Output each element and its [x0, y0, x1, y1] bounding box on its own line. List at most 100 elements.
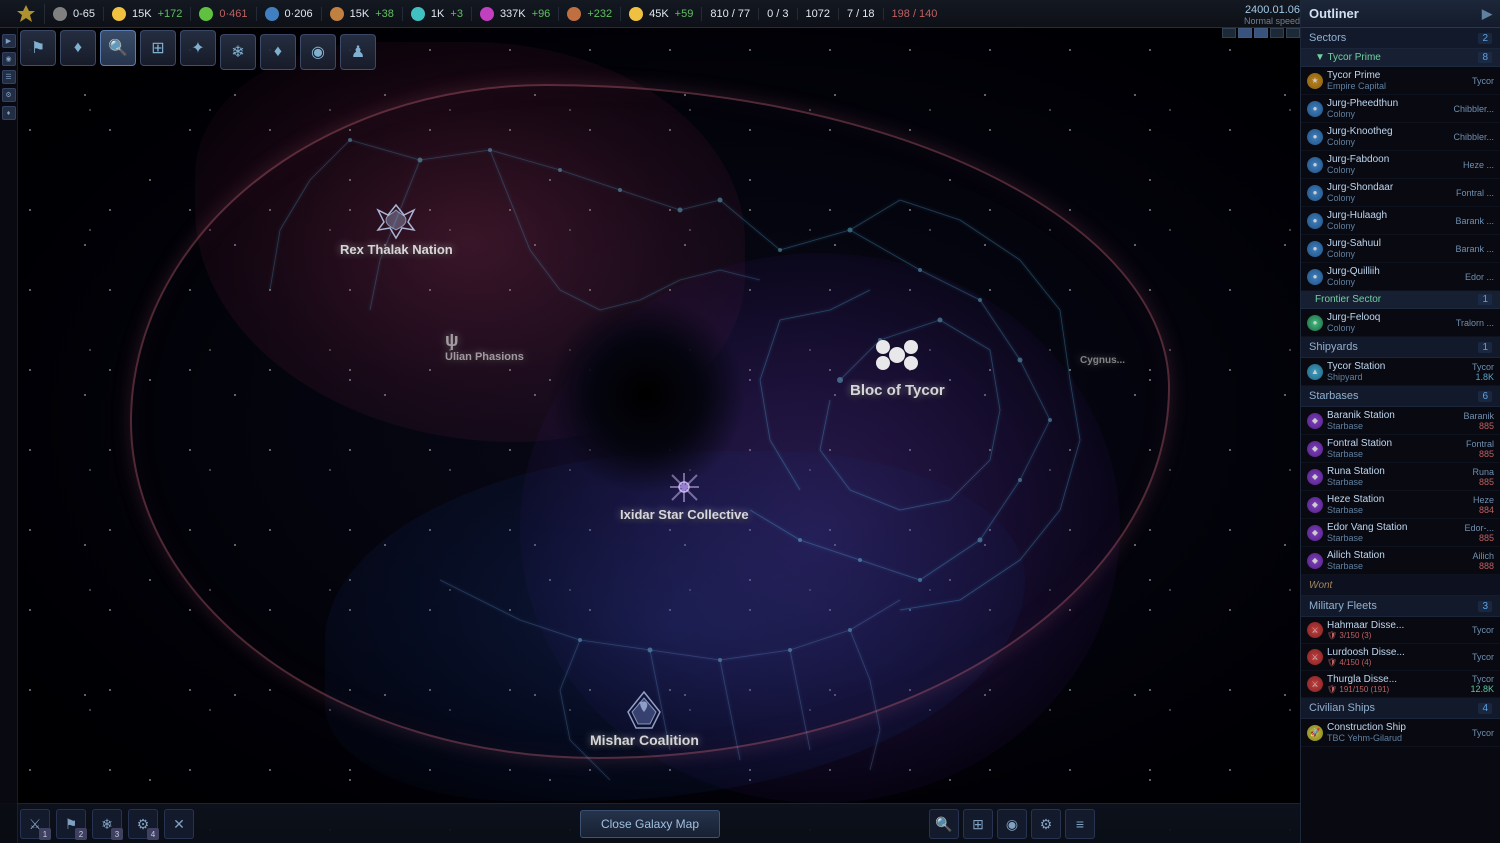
trade-val: 45K: [649, 8, 669, 20]
left-tool-3[interactable]: ☰: [2, 70, 16, 84]
planets-button[interactable]: ⊞: [140, 30, 176, 66]
tycor-prime-header[interactable]: ▼ Tycor Prime 8: [1301, 49, 1500, 67]
alloys-icon: [265, 7, 279, 21]
colony-jurg-shondaar[interactable]: ● Jurg-Shondaar Colony Fontral ...: [1301, 179, 1500, 207]
badge-3: 3: [111, 828, 123, 840]
settings-btn[interactable]: ⚙: [1031, 809, 1061, 839]
speed-btn-5[interactable]: [1286, 28, 1300, 38]
pops-val: 810 / 77: [710, 8, 750, 20]
shipyards-section-header[interactable]: Shipyards 1: [1301, 337, 1500, 358]
colony-icon: ●: [1307, 269, 1323, 285]
fleet-icon: ⚔: [1307, 676, 1323, 692]
consumer-val: 15K: [350, 8, 370, 20]
starbase-runa[interactable]: ◆ Runa Station Starbase Runa 885: [1301, 463, 1500, 491]
civilian-count: 4: [1478, 703, 1492, 714]
leaders-button[interactable]: ♟: [340, 34, 376, 70]
badge-1: 1: [39, 828, 51, 840]
contacts-button[interactable]: ⚑: [20, 30, 56, 66]
hyperlane-network: [0, 0, 1300, 843]
grid-btn[interactable]: ⊞: [963, 809, 993, 839]
food-section: 0·461: [191, 7, 256, 21]
fleet-hahmaar[interactable]: ⚔ Hahmaar Disse... 🛡 3/150 (3) Tycor: [1301, 617, 1500, 644]
systems-section: 0 / 3: [759, 8, 797, 20]
speed-btn-2[interactable]: [1238, 28, 1252, 38]
tycor-prime-count: 8: [1478, 52, 1492, 63]
starbase-edor-vang[interactable]: ◆ Edor Vang Station Starbase Edor-... 88…: [1301, 519, 1500, 547]
left-tool-4[interactable]: ⚙: [2, 88, 16, 102]
colony-jurg-sahuul[interactable]: ● Jurg-Sahuul Colony Barank ...: [1301, 235, 1500, 263]
starbase-icon: ◆: [1307, 553, 1323, 569]
date-display: 2400.01.06 Normal speed: [1222, 4, 1300, 38]
traditions-button[interactable]: ♦: [260, 34, 296, 70]
colony-jurg-fabdoon[interactable]: ● Jurg-Fabdoon Colony Heze ...: [1301, 151, 1500, 179]
civilian-ships-section-header[interactable]: Civilian Ships 4: [1301, 698, 1500, 719]
military-count: 3: [1478, 601, 1492, 612]
species-button[interactable]: ♦: [60, 30, 96, 66]
fleets-val: 7 / 18: [847, 8, 875, 20]
speed-btn-3[interactable]: [1254, 28, 1268, 38]
starbase-heze[interactable]: ◆ Heze Station Starbase Heze 884: [1301, 491, 1500, 519]
close-galaxy-button[interactable]: Close Galaxy Map: [580, 810, 720, 838]
left-tool-5[interactable]: ♦: [2, 106, 16, 120]
consumer-delta: +38: [375, 8, 394, 20]
bottom-btn-4[interactable]: ⚙ 4: [128, 809, 158, 839]
frontier-info: Jurg-Felooq Colony: [1327, 312, 1452, 333]
shipyard-info: Tycor Station Shipyard: [1327, 361, 1468, 382]
zoom-in-btn[interactable]: 🔍: [929, 809, 959, 839]
colony-jurg-felooq[interactable]: ● Jurg-Felooq Colony Tralorn ...: [1301, 309, 1500, 337]
naval-val: 198 / 140: [892, 8, 938, 20]
empire-icon[interactable]: [16, 4, 36, 24]
starbase-baranik[interactable]: ◆ Baranik Station Starbase Baranik 885: [1301, 407, 1500, 435]
fleet-thurgla[interactable]: ⚔ Thurgla Disse... 🛡 191/150 (191) Tycor…: [1301, 671, 1500, 698]
badge-2: 2: [75, 828, 87, 840]
shipyard-tycor-station[interactable]: ▲ Tycor Station Shipyard Tycor 1.8K: [1301, 358, 1500, 386]
left-tool-1[interactable]: ▶: [2, 34, 16, 48]
edicts-button[interactable]: ◉: [300, 34, 336, 70]
starbase-ailich[interactable]: ◆ Ailich Station Starbase Ailich 888: [1301, 547, 1500, 575]
colony-info: Jurg-Quilliih Colony: [1327, 266, 1461, 287]
starbases-section-header[interactable]: Starbases 6: [1301, 386, 1500, 407]
colony-icon: ●: [1307, 157, 1323, 173]
military-fleets-section-header[interactable]: Military Fleets 3: [1301, 596, 1500, 617]
shipyard-icon: ▲: [1307, 364, 1323, 380]
outliner-expand-btn[interactable]: ▶: [1482, 6, 1492, 22]
colony-jurg-pheedthun[interactable]: ● Jurg-Pheedthun Colony Chibbler...: [1301, 95, 1500, 123]
unity-delta: +96: [532, 8, 551, 20]
speed-btn-1[interactable]: [1222, 28, 1236, 38]
policies-button[interactable]: ❄: [220, 34, 256, 70]
bottom-btn-1[interactable]: ⚔ 1: [20, 809, 50, 839]
colony-jurg-knootheg[interactable]: ● Jurg-Knootheg Colony Chibbler...: [1301, 123, 1500, 151]
colony-jurg-hulaagh[interactable]: ● Jurg-Hulaagh Colony Barank ...: [1301, 207, 1500, 235]
minerals-section: 0-65: [45, 7, 104, 21]
sectors-section-header[interactable]: Sectors 2: [1301, 28, 1500, 49]
colony-tycor-prime[interactable]: ★ Tycor Prime Empire Capital Tycor: [1301, 67, 1500, 95]
research-val: 1K: [431, 8, 444, 20]
speed-btn-4[interactable]: [1270, 28, 1284, 38]
colony-info: Jurg-Shondaar Colony: [1327, 182, 1452, 203]
alloys-val: 0·206: [285, 8, 313, 20]
factions-button[interactable]: 🔍: [100, 30, 136, 66]
colony-jurg-quilliih[interactable]: ● Jurg-Quilliih Colony Edor ...: [1301, 263, 1500, 291]
techs-button[interactable]: ✦: [180, 30, 216, 66]
trade-delta: +59: [675, 8, 694, 20]
starbases-count: 6: [1478, 391, 1492, 402]
frontier-sector-header[interactable]: Frontier Sector 1: [1301, 291, 1500, 309]
center-btn[interactable]: ◉: [997, 809, 1027, 839]
colony-icon: ●: [1307, 185, 1323, 201]
starbase-icon: ◆: [1307, 441, 1323, 457]
research-icon: [411, 7, 425, 21]
bottom-btn-2[interactable]: ⚑ 2: [56, 809, 86, 839]
influence-val: +232: [587, 8, 612, 20]
bottom-btn-3[interactable]: ❄ 3: [92, 809, 122, 839]
civilian-construction-ship[interactable]: 🚀 Construction Ship TBC Yehm-Gilarud Tyc…: [1301, 719, 1500, 747]
starbase-fontral[interactable]: ◆ Fontral Station Starbase Fontral 885: [1301, 435, 1500, 463]
bottom-btn-5[interactable]: ✕: [164, 809, 194, 839]
galaxy-map[interactable]: Rex Thalak Nation Bloc of Tycor Ixidar S…: [0, 0, 1300, 843]
fleet-lurdoosh[interactable]: ⚔ Lurdoosh Disse... 🛡 4/150 (4) Tycor: [1301, 644, 1500, 671]
food-icon: [199, 7, 213, 21]
left-tool-2[interactable]: ◉: [2, 52, 16, 66]
unity-val: 337K: [500, 8, 526, 20]
planets-val: 1072: [806, 8, 830, 20]
bottom-left-icons: ⚔ 1 ⚑ 2 ❄ 3 ⚙ 4 ✕: [20, 809, 194, 839]
menu-btn[interactable]: ≡: [1065, 809, 1095, 839]
